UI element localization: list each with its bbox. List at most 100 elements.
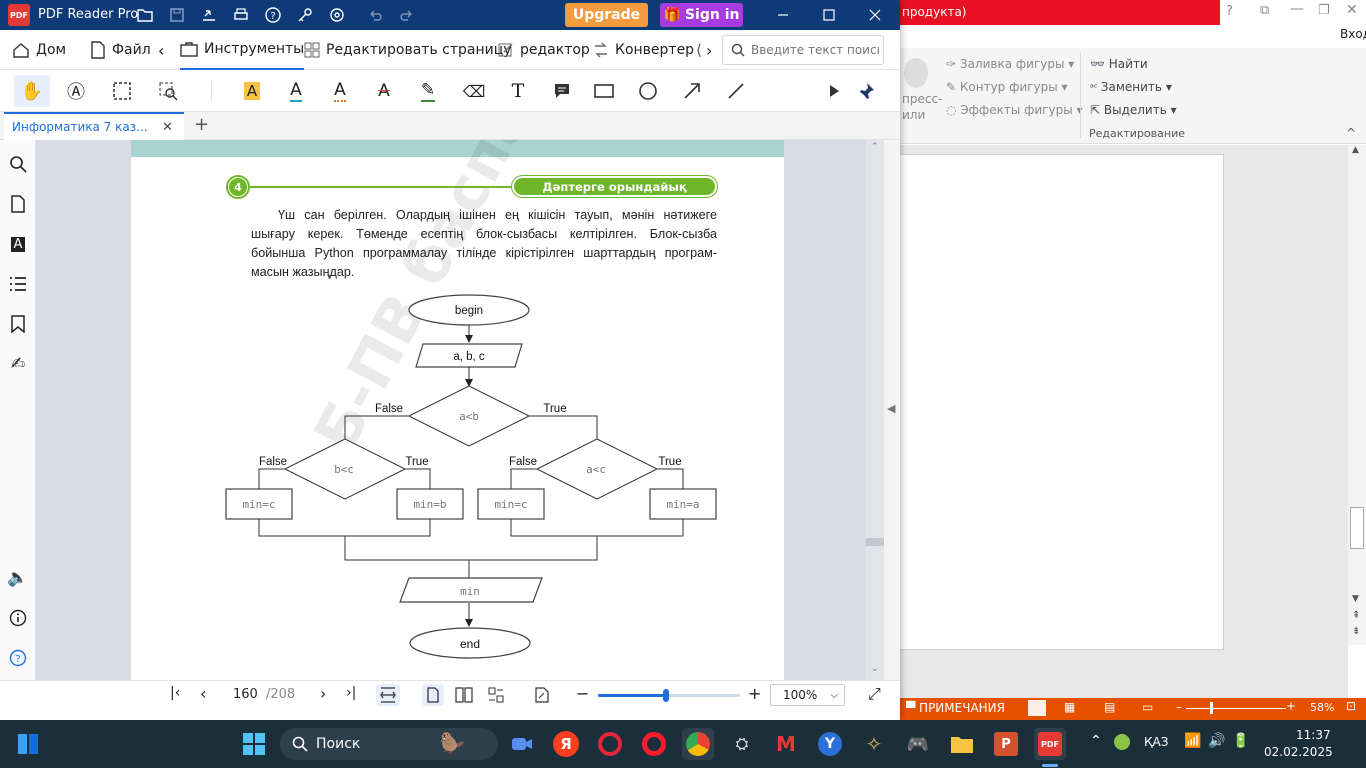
fit-width-button[interactable] [376,684,400,706]
arrow-button[interactable] [676,75,708,107]
open-folder-icon[interactable] [136,6,154,24]
menu-scroll-left[interactable]: ‹ [158,30,164,70]
print-icon[interactable] [232,6,250,24]
scroll-down-icon[interactable]: ▼ [1352,594,1359,604]
scroll-up-icon[interactable]: ▲ [1352,145,1359,155]
ppt-vertical-scrollbar[interactable]: ▲ ▼ ⇞ ⇟ [1348,145,1366,645]
ppt-zoom-level[interactable]: 58% [1310,701,1334,714]
taskbar-search[interactable]: Поиск 🦫 [280,728,498,760]
menu-tools[interactable]: Инструменты [180,30,305,70]
opera-gx-app[interactable] [594,728,626,760]
wifi-icon[interactable]: 📶 [1184,733,1201,749]
text-box-button[interactable]: T [502,75,534,107]
widgets-button[interactable] [12,728,44,760]
document-tab[interactable]: Информатика 7 каз... ✕ [4,112,184,140]
zoom-select[interactable]: 100% ⌵ [770,684,845,706]
close-tab-icon[interactable]: ✕ [162,120,173,135]
menu-edit-page[interactable]: Редактировать страницу [304,30,512,70]
first-page-icon[interactable]: |‹ [170,685,180,701]
eraser-button[interactable]: ⌫ [458,75,490,107]
signin-button[interactable]: 🎁 Sign in [660,3,743,27]
next-slide-icon[interactable]: ⇟ [1352,626,1360,637]
mail-ru-app[interactable]: M [770,728,802,760]
share-icon[interactable] [200,6,218,24]
key-icon[interactable] [296,6,314,24]
area-select-button[interactable] [106,75,138,107]
sidebar-outline-button[interactable] [4,270,32,298]
zoom-slider[interactable] [598,689,740,702]
hand-tool-button[interactable]: ✋ [14,75,50,107]
zoom-area-button[interactable] [152,75,184,107]
zoom-slider-thumb[interactable] [663,689,670,702]
help-icon[interactable]: ? [1226,4,1233,19]
underline-button[interactable]: A [280,75,312,107]
text-select-button[interactable]: Ⓐ [60,75,92,107]
freehand-button[interactable]: ✎ [412,75,444,107]
rotate-button[interactable] [530,684,554,706]
pdf-reader-app[interactable]: PDF [1034,728,1066,760]
save-icon[interactable] [168,6,186,24]
start-button[interactable] [238,728,270,760]
single-page-button[interactable] [422,684,444,706]
close-icon[interactable]: ✕ [1346,2,1358,18]
effects-shape-button[interactable]: ◌ Эффекты фигуры ▾ [946,103,1083,117]
upgrade-button[interactable]: Upgrade [565,3,648,27]
sidebar-signature-button[interactable]: ✍ [4,350,32,378]
redo-icon[interactable] [398,6,416,24]
document-info-button[interactable] [4,604,32,632]
language-indicator[interactable]: ҚАЗ [1144,735,1168,749]
menu-editor[interactable]: редактор [498,30,590,70]
outline-shape-button[interactable]: ✎ Контур фигуры ▾ [946,80,1068,94]
menu-file[interactable]: Файл [90,30,151,70]
meet-app[interactable] [506,728,538,760]
sidebar-annotations-button[interactable]: A [4,230,32,258]
express-styles-label-2[interactable]: или [902,108,925,122]
line-button[interactable] [720,75,752,107]
notes-button[interactable]: ▀ ПРИМЕЧАНИЯ [906,701,1005,715]
clock-date[interactable]: 02.02.2025 [1264,745,1333,759]
prev-slide-icon[interactable]: ⇞ [1352,610,1360,621]
tray-app-icon[interactable] [1114,734,1130,750]
help-icon[interactable]: ? [264,6,282,24]
battery-icon[interactable]: 🔋 [1232,733,1249,749]
settings-icon[interactable] [328,6,346,24]
two-page-button[interactable] [452,684,476,706]
minimize-button[interactable] [760,0,806,30]
yandex-music-app[interactable]: Y [814,728,846,760]
scroll-down-icon[interactable]: ⌄ [871,664,879,674]
slideshow-icon[interactable]: ▭ [1142,700,1153,714]
ellipse-button[interactable] [632,75,664,107]
ppt-slide[interactable] [900,154,1224,650]
document-vertical-scrollbar[interactable]: ⌃ ⌄ [866,140,884,680]
last-page-icon[interactable]: ›| [346,685,356,701]
maximize-icon[interactable]: ❐ [1318,3,1330,18]
powerpoint-app[interactable]: P [990,728,1022,760]
world-of-tanks-app[interactable]: ⛭ [726,728,758,760]
current-page-input[interactable]: 160 [233,687,258,702]
close-button[interactable] [852,0,898,30]
select-button[interactable]: ⇱ Выделить ▾ [1090,103,1177,117]
express-styles-icon[interactable] [904,58,928,88]
fill-shape-button[interactable]: ✑ Заливка фигуры ▾ [946,57,1074,71]
slide-sorter-icon[interactable]: ▦ [1064,700,1075,714]
rectangle-button[interactable] [588,75,620,107]
gamepad-app[interactable]: 🎮 [902,728,934,760]
ppt-signin-link[interactable]: Вход [1340,27,1366,41]
search-box[interactable] [722,35,884,65]
maximize-button[interactable] [806,0,852,30]
file-explorer-app[interactable] [946,728,978,760]
reading-view-icon[interactable]: ▤ [1104,700,1115,714]
sidebar-search-button[interactable] [4,150,32,178]
normal-view-icon[interactable] [1028,700,1046,716]
more-tools-button[interactable] [820,75,848,107]
replace-button[interactable]: ᵃᶜ Заменить ▾ [1090,80,1172,94]
sidebar-bookmarks-button[interactable] [4,310,32,338]
zoom-slider-thumb[interactable] [1210,702,1213,714]
collapse-ribbon-icon[interactable]: ^ [1346,126,1356,140]
continuous-scroll-button[interactable] [484,684,508,706]
find-button[interactable]: 👓 Найти [1090,57,1148,71]
zoom-slider-track[interactable] [1186,708,1286,709]
menu-home[interactable]: Дом [12,30,66,70]
strikeout-button[interactable]: A [368,75,400,107]
ppt-scroll-thumb[interactable] [1350,507,1364,549]
